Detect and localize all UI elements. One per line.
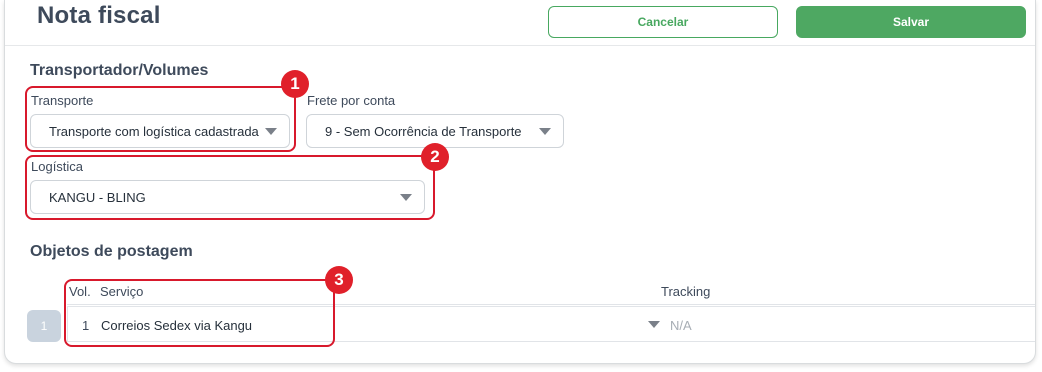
section-title-objetos: Objetos de postagem (30, 243, 193, 260)
column-header-tracking: Tracking (661, 284, 711, 299)
annotation-badge-1: 1 (281, 70, 309, 98)
page-header: Nota fiscal Cancelar Salvar (5, 0, 1035, 46)
section-title-transportador: Transportador/Volumes (30, 62, 209, 79)
chevron-down-icon[interactable] (648, 321, 660, 328)
annotation-badge-3: 3 (325, 266, 353, 294)
highlight-box-3 (64, 279, 335, 347)
cancel-button[interactable]: Cancelar (548, 6, 778, 38)
annotation-badge-2: 2 (421, 143, 449, 171)
frete-value: 9 - Sem Ocorrência de Transporte (325, 123, 522, 139)
nota-fiscal-panel: Nota fiscal Cancelar Salvar Transportado… (4, 0, 1036, 364)
save-button[interactable]: Salvar (796, 6, 1026, 38)
volume-index-pill: 1 (27, 310, 61, 342)
frete-label: Frete por conta (307, 93, 396, 108)
page-title: Nota fiscal (37, 2, 161, 29)
highlight-box-1 (25, 86, 296, 152)
highlight-box-2 (25, 155, 435, 220)
tracking-input[interactable]: N/A (670, 318, 692, 333)
chevron-down-icon (539, 128, 551, 135)
